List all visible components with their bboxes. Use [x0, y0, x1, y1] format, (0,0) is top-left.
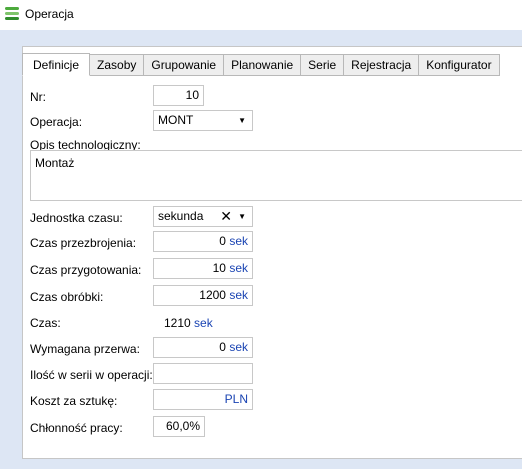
przygotowanie-value: 10	[212, 261, 226, 275]
czas-label: Czas:	[30, 316, 61, 330]
tab-planowanie[interactable]: Planowanie	[224, 54, 302, 76]
jednostka-label: Jednostka czasu:	[30, 211, 123, 225]
przerwa-value: 0	[219, 340, 226, 354]
czas-value: 1210	[164, 316, 191, 330]
chevron-down-icon[interactable]: ▼	[238, 111, 246, 130]
operacja-label: Operacja:	[30, 115, 83, 129]
obrobka-unit: sek	[229, 288, 248, 302]
operation-icon	[5, 7, 19, 21]
przezbrojenie-unit: sek	[229, 234, 248, 248]
przerwa-unit: sek	[229, 340, 248, 354]
tab-strip: Definicje Zasoby Grupowanie Planowanie S…	[22, 53, 500, 76]
chevron-down-icon[interactable]: ▼	[238, 207, 246, 226]
jednostka-select[interactable]: sekunda ✕ ▼	[153, 206, 253, 227]
czas-display: 1210 sek	[164, 316, 213, 330]
window-title: Operacja	[25, 7, 74, 21]
czas-unit: sek	[194, 316, 213, 330]
ilosc-field[interactable]	[153, 363, 253, 384]
tab-definicje[interactable]: Definicje	[22, 53, 91, 76]
przezbrojenie-label: Czas przezbrojenia:	[30, 236, 137, 250]
tab-zasoby[interactable]: Zasoby	[90, 54, 145, 76]
tab-rejestracja[interactable]: Rejestracja	[344, 54, 420, 76]
operacja-value: MONT	[158, 113, 194, 127]
koszt-field[interactable]: PLN	[153, 389, 253, 410]
chlonnosc-value: 60,0%	[165, 419, 200, 433]
ilosc-label: Ilość w serii w operacji:	[30, 368, 153, 382]
chlonnosc-label: Chłonność pracy:	[30, 421, 123, 435]
nr-field[interactable]: 10	[153, 85, 204, 106]
przygotowanie-label: Czas przygotowania:	[30, 263, 142, 277]
opis-value: Montaż	[35, 156, 75, 170]
obrobka-field[interactable]: 1200 sek	[153, 285, 253, 306]
przezbrojenie-value: 0	[219, 234, 226, 248]
nr-value: 10	[185, 88, 199, 102]
tab-konfigurator[interactable]: Konfigurator	[419, 54, 500, 76]
obrobka-label: Czas obróbki:	[30, 290, 104, 304]
nr-label: Nr:	[30, 90, 46, 104]
przygotowanie-unit: sek	[229, 261, 248, 275]
opis-textarea[interactable]: Montaż	[30, 150, 522, 201]
koszt-unit: PLN	[224, 392, 248, 406]
przerwa-field[interactable]: 0 sek	[153, 337, 253, 358]
operacja-select[interactable]: MONT ▼	[153, 110, 253, 131]
jednostka-value: sekunda	[158, 209, 204, 223]
title-bar: Operacja	[0, 0, 522, 30]
obrobka-value: 1200	[199, 288, 226, 302]
tab-grupowanie[interactable]: Grupowanie	[144, 54, 225, 76]
tab-serie[interactable]: Serie	[301, 54, 345, 76]
przygotowanie-field[interactable]: 10 sek	[153, 258, 253, 279]
koszt-label: Koszt za sztukę:	[30, 394, 118, 408]
clear-icon[interactable]: ✕	[220, 207, 232, 226]
przezbrojenie-field[interactable]: 0 sek	[153, 231, 253, 252]
chlonnosc-field[interactable]: 60,0%	[153, 416, 205, 437]
przerwa-label: Wymagana przerwa:	[30, 342, 140, 356]
